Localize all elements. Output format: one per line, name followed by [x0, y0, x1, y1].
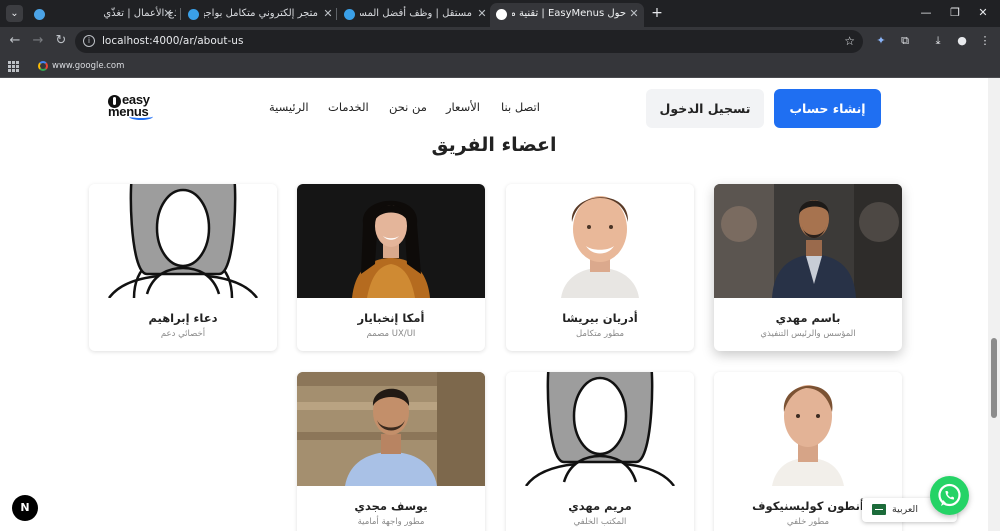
tab-title: حول EasyMenus | تقنية مطاعم [512, 8, 626, 19]
new-tab-button[interactable]: + [649, 4, 665, 22]
team-section-title: اعضاء الفريق [431, 134, 557, 156]
tab-title: تماذج الأعمال | تغذّي [103, 8, 176, 19]
team-card-amka[interactable]: أمكا إنخبايار مصمم UX/UI [297, 184, 485, 351]
profile-avatar-icon[interactable]: ● [954, 33, 970, 49]
close-tab-icon[interactable]: ✕ [476, 3, 488, 25]
tab-title: مستقل | وظف أفضل المستقلين [360, 8, 472, 19]
member-photo [297, 184, 485, 298]
tab-mostaql[interactable]: مستقل | وظف أفضل المستقلين ✕ [340, 3, 490, 27]
team-card-adrian[interactable]: أدريان بيريشا مطور متكامل [506, 184, 694, 351]
member-name: باسم مهدي [775, 311, 841, 325]
close-tab-icon[interactable]: ✕ [628, 3, 640, 25]
easymenus-logo[interactable]: easy menus [107, 92, 161, 122]
forward-icon[interactable]: → [29, 32, 47, 50]
restore-icon[interactable]: ❐ [945, 4, 965, 22]
page-content: easy menus الرئيسية الخدمات من نحن الأسع… [0, 78, 988, 531]
nav-about[interactable]: من نحن [389, 100, 427, 118]
member-role: المكتب الخلفي [573, 517, 627, 527]
signup-button[interactable]: إنشاء حساب [774, 89, 881, 128]
nav-home[interactable]: الرئيسية [269, 100, 309, 118]
member-role: أخصائي دعم [160, 329, 206, 339]
tab-separator [180, 8, 181, 20]
team-card-bassem[interactable]: باسم مهدي المؤسس والرئيس التنفيذي [714, 184, 902, 351]
google-icon [38, 61, 48, 71]
nav-services[interactable]: الخدمات [328, 100, 369, 118]
tab-search-button[interactable]: ⌄ [6, 5, 23, 22]
member-role: المؤسس والرئيس التنفيذي [760, 329, 856, 339]
tab-favicon-icon [188, 9, 199, 20]
team-card-doaa[interactable]: دعاء إبراهيم أخصائي دعم [89, 184, 277, 351]
member-name: دعاء إبراهيم [148, 311, 218, 325]
member-photo [506, 372, 694, 486]
address-bar[interactable]: i localhost:4000/ar/about-us ☆ [75, 30, 863, 53]
member-photo [714, 372, 902, 486]
member-photo [506, 184, 694, 298]
page-scrollbar[interactable] [988, 78, 1000, 531]
member-name: مريم مهدي [568, 499, 632, 513]
bookmark-label: www.google.com [52, 61, 125, 71]
bookmark-google[interactable]: www.google.com [38, 56, 124, 77]
member-role: مطور متكامل [575, 329, 625, 339]
nav-contact[interactable]: اتصل بنا [501, 100, 540, 118]
extension-icon[interactable]: ✦ [873, 33, 889, 49]
menu-kebab-icon[interactable]: ⋮ [977, 33, 993, 49]
nav-pricing[interactable]: الأسعار [446, 100, 480, 118]
tab-easymenus-about[interactable]: حول EasyMenus | تقنية مطاعم ✕ [490, 3, 644, 27]
login-button[interactable]: تسجيل الدخول [646, 89, 764, 128]
tab-title: متجر إلكتروني متكامل بواجهة حديثة [204, 8, 318, 19]
close-window-icon[interactable]: ✕ [973, 4, 993, 22]
tab-separator [336, 8, 337, 20]
whatsapp-button[interactable] [930, 476, 969, 515]
member-role: مصمم UX/UI [366, 329, 416, 339]
member-photo [297, 372, 485, 486]
site-info-icon[interactable]: i [83, 35, 95, 47]
team-card-mariam[interactable]: مريم مهدي المكتب الخلفي [506, 372, 694, 531]
tab-strip: ⌄ تماذج الأعمال | تغذّي ✕ متجر إلكتروني … [0, 0, 1000, 27]
tab-favicon-icon [344, 9, 355, 20]
download-icon[interactable]: ⤓ [930, 33, 946, 49]
apps-grid-icon[interactable] [8, 61, 19, 72]
member-role: مطور واجهة أمامية [357, 517, 425, 527]
back-icon[interactable]: ← [6, 32, 24, 50]
member-name: يوسف مجدي [354, 499, 428, 513]
saudi-flag-icon [872, 504, 886, 515]
tab-ecommerce[interactable]: متجر إلكتروني متكامل بواجهة حديثة ✕ [184, 3, 336, 27]
team-card-youssef[interactable]: يوسف مجدي مطور واجهة أمامية [297, 372, 485, 531]
scrollbar-thumb[interactable] [991, 338, 997, 418]
reload-icon[interactable]: ↻ [52, 32, 70, 50]
member-photo [714, 184, 902, 298]
member-name: أدريان بيريشا [562, 311, 638, 325]
member-photo [89, 184, 277, 298]
member-name: أمكا إنخبايار [357, 311, 425, 325]
bookmark-star-icon[interactable]: ☆ [844, 30, 855, 53]
tab-favicon-icon [496, 9, 507, 20]
minimize-icon[interactable]: — [916, 4, 936, 22]
browser-toolbar: ← → ↻ i localhost:4000/ar/about-us ☆ ✦ ⧉… [0, 27, 1000, 56]
whatsapp-icon [938, 483, 961, 507]
close-tab-icon[interactable]: ✕ [322, 3, 334, 25]
tab-favicon-icon [34, 9, 45, 20]
close-tab-icon[interactable]: ✕ [162, 3, 174, 25]
bookmarks-bar: www.google.com [0, 56, 1000, 78]
language-label: العربية [892, 504, 918, 515]
logo-swoosh-icon [129, 113, 153, 120]
extensions-puzzle-icon[interactable]: ⧉ [897, 33, 913, 49]
address-url[interactable]: localhost:4000/ar/about-us [102, 30, 243, 53]
tab-business-models[interactable]: تماذج الأعمال | تغذّي ✕ [30, 3, 176, 27]
nextjs-devtools-badge[interactable]: N [12, 495, 38, 521]
